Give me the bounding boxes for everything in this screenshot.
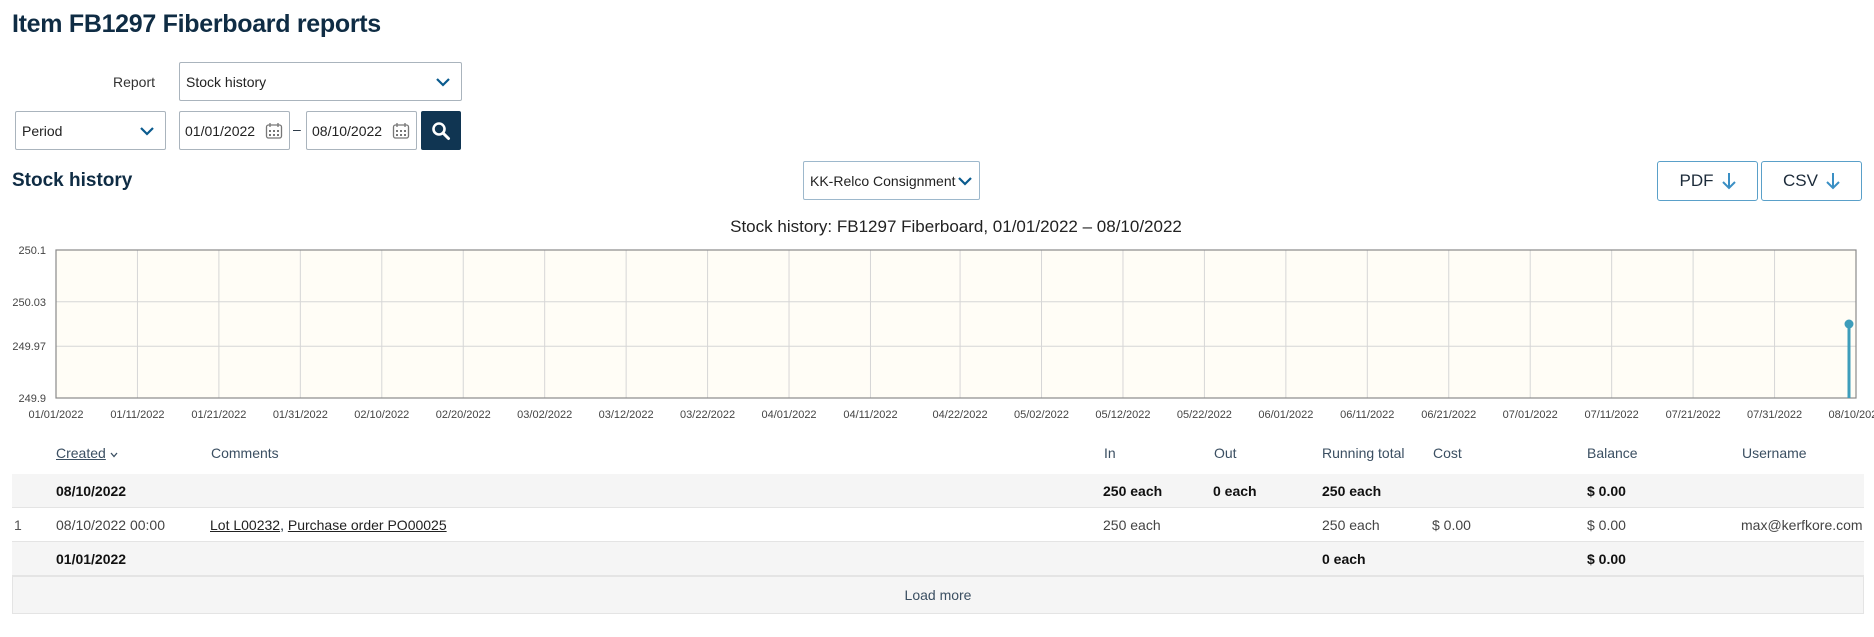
location-select-value: KK-Relco Consignment [810,172,956,189]
y-tick-label: 249.9 [18,393,46,405]
comment-separator: , [280,516,288,533]
summary-balance: $ 0.00 [1587,482,1626,499]
x-tick-label: 01/11/2022 [110,409,164,421]
date-to-input[interactable]: 08/10/2022 [306,111,417,150]
header-created[interactable]: Created [56,445,118,461]
report-label: Report [113,74,156,90]
data-point[interactable] [1844,319,1854,329]
x-tick-label: 02/10/2022 [354,409,409,421]
arrow-down-icon [1826,173,1840,190]
header-balance: Balance [1587,445,1638,461]
chart-title: Stock history: FB1297 Fiberboard, 01/01/… [730,217,1182,236]
page-title: Item FB1297 Fiberboard reports [12,10,381,38]
x-tick-label: 07/21/2022 [1666,409,1721,421]
sort-down-icon [110,452,118,458]
summary-date: 08/10/2022 [56,482,127,499]
x-tick-label: 03/02/2022 [517,409,572,421]
csv-download-button[interactable]: CSV [1761,161,1862,201]
summary-row-end: 08/10/2022 250 each 0 each 250 each $ 0.… [12,474,1864,508]
x-tick-label: 01/01/2022 [28,409,83,421]
header-username: Username [1742,445,1807,461]
report-select[interactable]: Stock history [179,62,462,101]
search-icon [432,121,450,140]
purchase-order-link[interactable]: Purchase order PO00025 [288,517,447,533]
x-tick-label: 06/01/2022 [1258,409,1313,421]
date-to-value: 08/10/2022 [312,122,383,139]
chevron-down-icon [958,176,972,186]
y-tick-label: 249.97 [12,341,46,353]
summary-start-balance: $ 0.00 [1587,550,1626,567]
report-select-value: Stock history [186,73,267,90]
x-tick-label: 01/31/2022 [273,409,328,421]
x-tick-label: 04/01/2022 [762,409,817,421]
row-running-total: 250 each [1322,516,1380,533]
plot-area [56,250,1856,398]
period-select-value: Period [22,122,63,139]
chevron-down-icon [436,77,450,87]
x-tick-label: 05/22/2022 [1177,409,1232,421]
x-tick-label: 06/21/2022 [1421,409,1476,421]
x-tick-label: 05/02/2022 [1014,409,1069,421]
x-tick-label: 04/22/2022 [933,409,988,421]
x-tick-label: 04/11/2022 [843,409,897,421]
header-out: Out [1214,445,1237,461]
x-tick-label: 07/31/2022 [1747,409,1802,421]
date-from-input[interactable]: 01/01/2022 [179,111,290,150]
lot-link[interactable]: Lot L00232 [210,517,280,533]
summary-start-date: 01/01/2022 [56,550,127,567]
chevron-down-icon [140,126,154,136]
x-tick-label: 01/21/2022 [191,409,246,421]
load-more-button[interactable]: Load more [12,576,1864,614]
header-comments: Comments [211,445,279,461]
header-created-link[interactable]: Created [56,445,106,461]
row-created: 08/10/2022 00:00 [56,516,165,533]
x-tick-label: 07/11/2022 [1585,409,1639,421]
location-select[interactable]: KK-Relco Consignment [803,161,980,200]
date-from-value: 01/01/2022 [185,122,256,139]
x-tick-label: 03/22/2022 [680,409,735,421]
y-tick-label: 250.03 [12,297,46,309]
x-tick-label: 06/11/2022 [1340,409,1394,421]
period-select[interactable]: Period [15,111,166,150]
pdf-label: PDF [1679,171,1714,190]
row-cost: $ 0.00 [1432,516,1471,533]
x-tick-label: 02/20/2022 [436,409,491,421]
row-in: 250 each [1103,516,1161,533]
x-tick-label: 07/01/2022 [1503,409,1558,421]
summary-start-running-total: 0 each [1322,550,1366,567]
table-row: 1 08/10/2022 00:00 Lot L00232, Purchase … [12,508,1864,542]
row-comments: Lot L00232, Purchase order PO00025 [210,517,447,533]
header-in: In [1104,445,1116,461]
x-tick-label: 03/12/2022 [599,409,654,421]
x-tick-label: 05/12/2022 [1095,409,1150,421]
row-balance: $ 0.00 [1587,516,1626,533]
section-title: Stock history [12,170,133,191]
load-more-label: Load more [904,587,972,603]
row-index: 1 [14,516,22,533]
search-button[interactable] [421,111,461,150]
pdf-download-button[interactable]: PDF [1657,161,1758,201]
header-running-total: Running total [1322,445,1405,461]
summary-running-total: 250 each [1322,482,1382,499]
summary-row-start: 01/01/2022 0 each $ 0.00 [12,542,1864,576]
csv-label: CSV [1783,171,1818,190]
arrow-down-icon [1721,173,1736,190]
header-cost: Cost [1433,445,1462,461]
row-username: max@kerfkore.com [1741,516,1863,533]
y-tick-label: 250.1 [18,245,46,257]
summary-in: 250 each [1103,482,1163,499]
stock-history-chart: Stock history: FB1297 Fiberboard, 01/01/… [12,217,1874,421]
date-separator: – [293,121,301,137]
summary-out: 0 each [1213,482,1257,499]
x-tick-label: 08/10/2022 [1828,409,1874,421]
calendar-icon[interactable] [392,122,410,140]
calendar-icon[interactable] [265,122,283,140]
